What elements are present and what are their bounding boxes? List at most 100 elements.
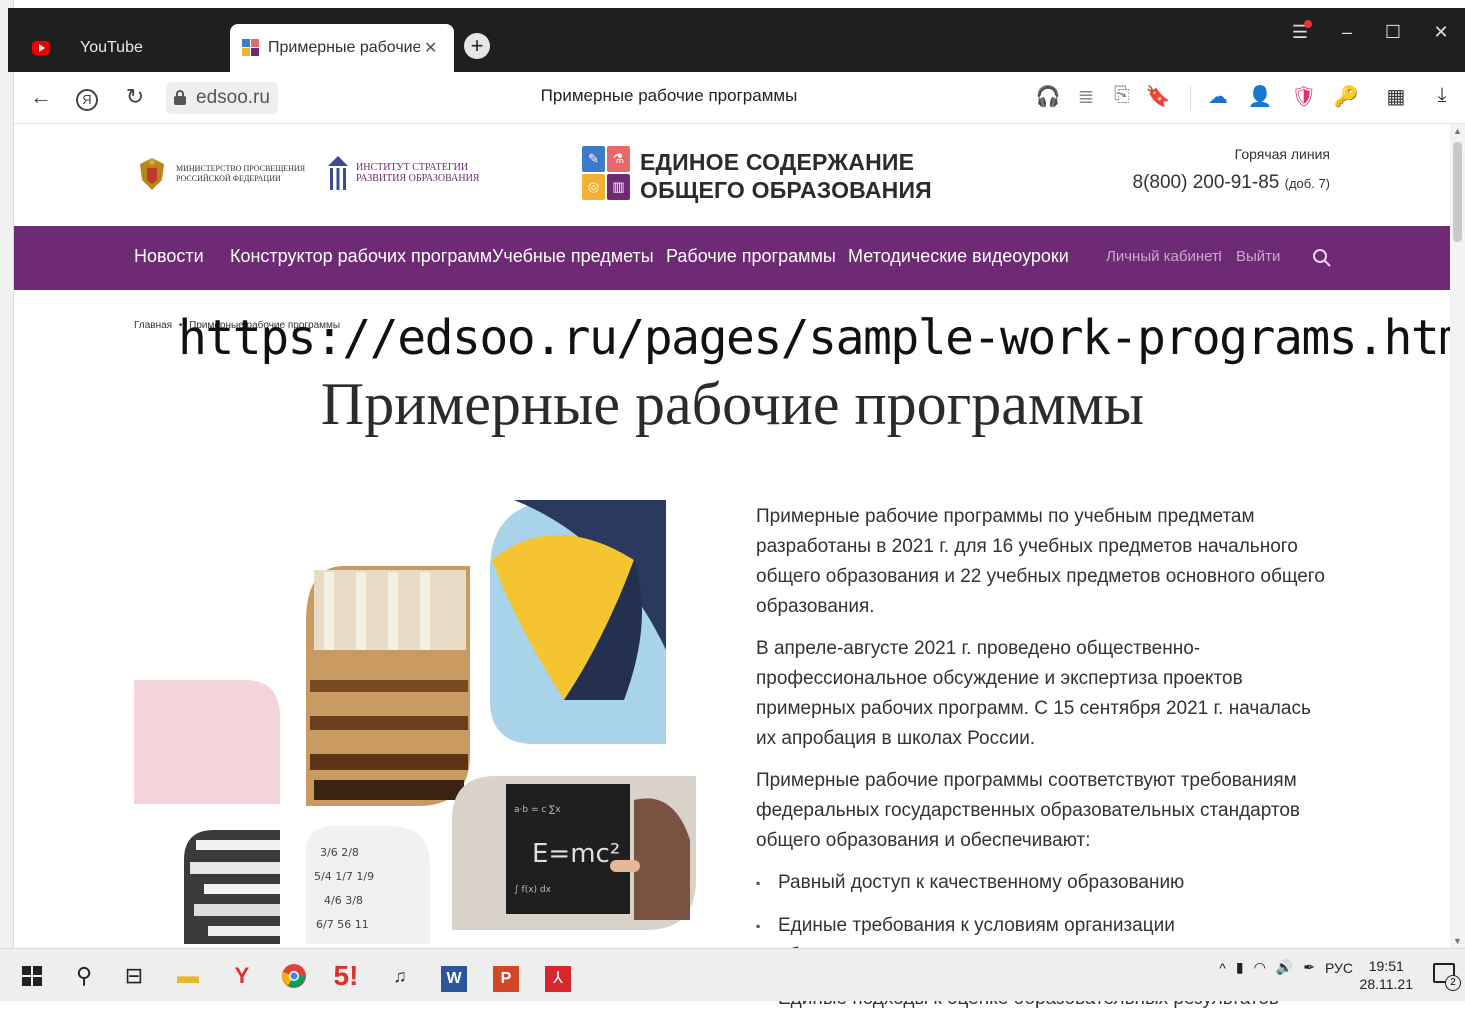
ministry-line-1: МИНИСТЕРСТВО ПРОСВЕЩЕНИЯ [176, 164, 306, 173]
list-item: Равный доступ к качественному образовани… [756, 868, 1336, 898]
reload-icon[interactable]: ↻ [120, 84, 150, 110]
file-explorer-icon[interactable]: ▬ [172, 961, 204, 991]
system-tray: ^ ▮ ◠ 🔊 ✒ РУС [1219, 959, 1353, 976]
paragraph: Примерные рабочие программы по учебным п… [756, 506, 1325, 617]
tab-active-page[interactable]: Примерные рабочие п ✕ [230, 24, 454, 72]
address-domain[interactable]: edsoo.ru [166, 82, 278, 114]
tab-label: Примерные рабочие п [268, 39, 420, 56]
notifications-icon[interactable]: 2 [1433, 963, 1461, 991]
media-app-icon[interactable]: ♫ [384, 961, 416, 991]
math-notes-image: 3/6 2/8 5/4 1/7 1/9 4/6 3/8 6/7 56 11 [306, 826, 430, 944]
avatar-extension-icon[interactable]: 👤 [1246, 84, 1274, 109]
brand-title[interactable]: ЕДИНОЕ СОДЕРЖАНИЕ ОБЩЕГО ОБРАЗОВАНИЯ [640, 148, 932, 204]
books-image [184, 830, 280, 944]
left-edge-strip [0, 0, 14, 948]
reader-mode-icon[interactable]: ≣ [1072, 84, 1100, 109]
downloads-panel-icon[interactable]: ▦ [1382, 84, 1410, 109]
search-icon[interactable] [1312, 248, 1332, 268]
word-icon[interactable]: W [438, 961, 470, 992]
classroom-image [306, 566, 470, 806]
site-favicon-icon [242, 39, 260, 57]
coat-of-arms-icon[interactable] [134, 154, 170, 194]
back-arrow-icon[interactable]: ← [26, 84, 56, 110]
paper-curl-image [490, 500, 666, 744]
page-title: Примерные рабочие программы [320, 371, 1145, 437]
nav-item-news[interactable]: Новости [134, 246, 204, 267]
paragraph: Примерные рабочие программы соответствую… [756, 770, 1301, 851]
paragraph: В апреле-августе 2021 г. проведено общес… [756, 638, 1311, 749]
breadcrumb-home[interactable]: Главная [134, 320, 172, 331]
svg-text:E=mc²: E=mc² [532, 839, 620, 869]
nav-cabinet-link[interactable]: Личный кабинет [1106, 248, 1219, 265]
url-overlay-text: https://edsoo.ru/pages/sample-work-progr… [178, 310, 1465, 366]
chrome-icon[interactable] [278, 961, 310, 991]
bookmark-icon[interactable]: 🔖 [1144, 84, 1172, 109]
key-icon[interactable]: 🔑 [1332, 84, 1360, 109]
close-icon[interactable]: ✕ [1421, 22, 1461, 43]
yandex-browser-icon[interactable]: Y [226, 961, 258, 991]
hotline-extension: (доб. 7) [1284, 176, 1330, 191]
battery-icon[interactable]: ▮ [1236, 959, 1244, 976]
extensions-icon[interactable]: ⎘ [1108, 84, 1136, 107]
notification-count: 2 [1445, 975, 1461, 991]
powerpoint-icon[interactable]: P [490, 961, 522, 992]
institute-line-2: РАЗВИТИЯ ОБРАЗОВАНИЯ [356, 173, 480, 184]
domain-text: edsoo.ru [196, 87, 270, 108]
nav-item-subjects[interactable]: Учебные предметы [492, 246, 654, 267]
task-view-icon[interactable]: ⊟ [118, 961, 150, 991]
clock-date: 28.11.21 [1359, 976, 1413, 992]
globe-tile-icon: ◎ [582, 174, 605, 200]
scroll-up-icon[interactable]: ▲ [1453, 126, 1462, 136]
chalkboard-image: E=mc² a·b = c ∑x ∫ f(x) dx [452, 776, 696, 930]
brand-logo[interactable]: ✎ ⚗ ◎ ▥ [582, 146, 632, 202]
channel-five-icon[interactable]: 5! [330, 961, 362, 991]
menu-icon[interactable]: ☰ [1280, 20, 1320, 43]
tab-close-icon[interactable]: ✕ [424, 38, 437, 58]
hotline-phone[interactable]: 8(800) 200-91-85 (доб. 7) [1133, 172, 1330, 194]
tray-chevron-up-icon[interactable]: ^ [1219, 960, 1226, 976]
svg-text:3/6 2/8: 3/6 2/8 [320, 846, 359, 859]
institute-text: ИНСТИТУТ СТРАТЕГИИ РАЗВИТИЯ ОБРАЗОВАНИЯ [356, 162, 479, 184]
new-tab-button[interactable]: + [464, 33, 490, 59]
browser-address-bar: ← Я ↻ edsoo.ru Примерные рабочие програм… [14, 72, 1465, 124]
toolbar-divider [1190, 86, 1191, 110]
windows-start-icon[interactable] [16, 961, 48, 991]
headphones-icon[interactable]: 🎧 [1034, 84, 1062, 109]
wifi-icon[interactable]: ◠ [1254, 959, 1266, 976]
nav-item-constructor[interactable]: Конструктор рабочих программ [230, 246, 492, 267]
scroll-down-icon[interactable]: ▼ [1453, 936, 1462, 946]
nav-item-video-lessons[interactable]: Методические видеоуроки [848, 246, 1069, 267]
pdf-reader-icon[interactable]: ⅄ [542, 961, 574, 992]
clock[interactable]: 19:51 28.11.21 [1360, 957, 1413, 993]
address-page-title[interactable]: Примерные рабочие программы [469, 86, 869, 106]
book-tile-icon: ▥ [607, 174, 630, 200]
main-navigation: Новости Конструктор рабочих программ Уче… [14, 226, 1450, 290]
tab-youtube[interactable]: YouTube [20, 24, 230, 72]
windows-taskbar: ⚲ ⊟ ▬ Y 5! ♫ W P ⅄ ^ ▮ ◠ 🔊 ✒ РУС 19:51 2… [0, 948, 1465, 1001]
volume-icon[interactable]: 🔊 [1276, 959, 1293, 976]
nav-logout-link[interactable]: Выйти [1236, 248, 1280, 265]
language-indicator[interactable]: РУС [1325, 960, 1353, 976]
site-header: МИНИСТЕРСТВО ПРОСВЕЩЕНИЯ РОССИЙСКОЙ ФЕДЕ… [14, 124, 1450, 226]
minimize-icon[interactable]: – [1327, 22, 1367, 43]
institute-building-icon[interactable] [326, 154, 350, 194]
tab-label: YouTube [80, 39, 143, 56]
svg-text:6/7 56 11: 6/7 56 11 [316, 918, 369, 931]
cloud-extension-icon[interactable]: ☁ [1204, 84, 1232, 109]
page-scrollbar[interactable]: ▲ ▼ [1450, 124, 1465, 948]
illustration-collage: 3/6 2/8 5/4 1/7 1/9 4/6 3/8 6/7 56 11 E=… [134, 500, 696, 944]
scrollbar-thumb[interactable] [1453, 142, 1462, 242]
svg-text:5/4 1/7 1/9: 5/4 1/7 1/9 [314, 870, 374, 883]
maximize-icon[interactable]: ☐ [1373, 22, 1413, 43]
plus-icon: + [470, 33, 484, 58]
nav-item-work-programs[interactable]: Рабочие программы [666, 246, 836, 267]
download-icon[interactable]: ⤓ [1428, 84, 1456, 107]
yandex-icon[interactable]: Я [72, 84, 102, 111]
hotline-number: 8(800) 200-91-85 [1132, 172, 1280, 193]
taskbar-search-icon[interactable]: ⚲ [68, 961, 100, 991]
ministry-text: МИНИСТЕРСТВО ПРОСВЕЩЕНИЯ РОССИЙСКОЙ ФЕДЕ… [176, 164, 305, 184]
institute-line-1: ИНСТИТУТ СТРАТЕГИИ [356, 162, 469, 173]
shield-icon[interactable]: 🛡 [1290, 84, 1318, 109]
pen-icon[interactable]: ✒ [1303, 959, 1315, 976]
ministry-line-2: РОССИЙСКОЙ ФЕДЕРАЦИИ [176, 174, 281, 183]
